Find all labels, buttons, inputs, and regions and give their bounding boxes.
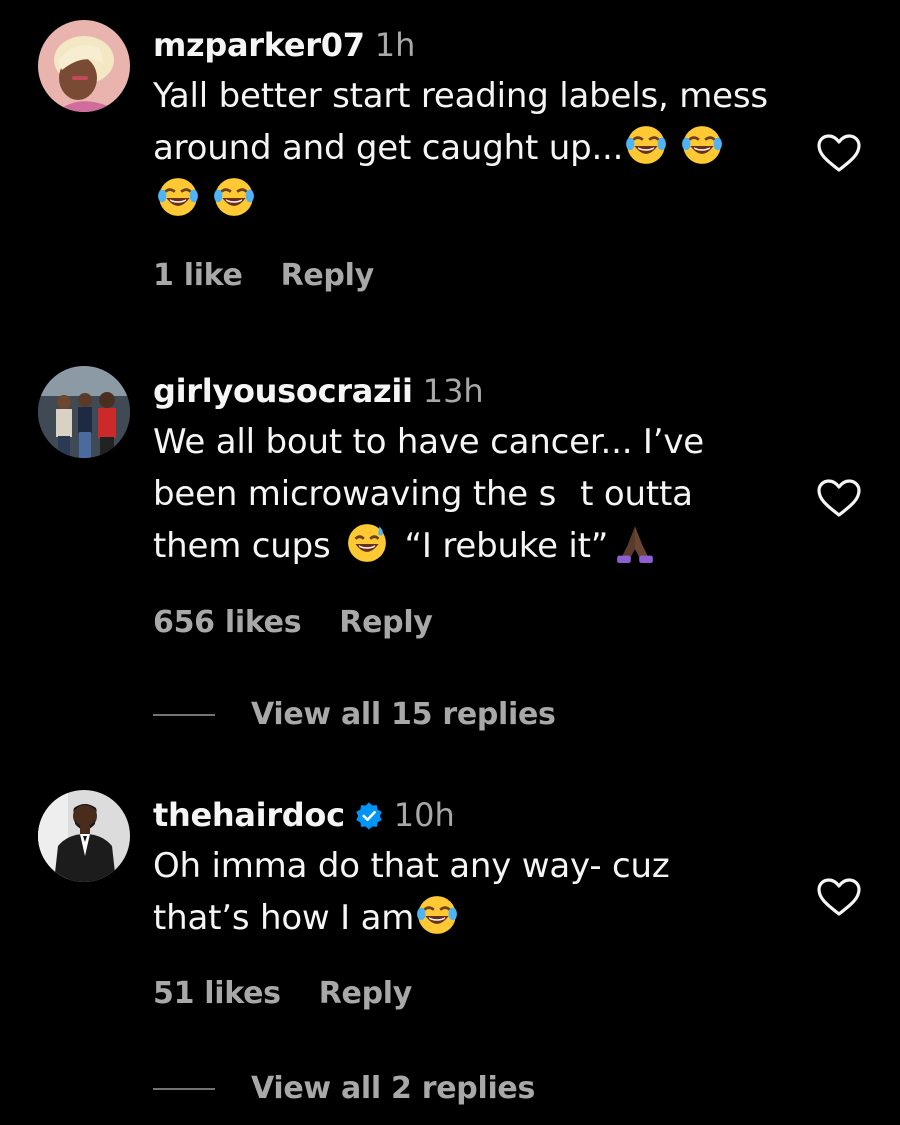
- reply-button[interactable]: Reply: [339, 605, 433, 640]
- comment-text-line: that’s how I am: [153, 898, 415, 938]
- heart-outline-icon[interactable]: [816, 877, 862, 917]
- comment-time: 1h: [374, 26, 416, 64]
- face-with-tears-of-joy-emoji: [681, 124, 723, 166]
- comment-text-line: We all bout to have cancer... I’ve: [153, 422, 704, 462]
- replies-divider: [153, 1087, 215, 1090]
- like-count[interactable]: 1 like: [153, 258, 243, 293]
- reply-button[interactable]: Reply: [319, 976, 413, 1011]
- grinning-face-with-sweat-emoji: [346, 522, 388, 564]
- view-replies-button[interactable]: View all 15 replies: [153, 697, 556, 732]
- comment-text: We all bout to have cancer... I’ve been …: [153, 416, 793, 572]
- comment-actions: 1 like Reply: [153, 258, 374, 293]
- view-replies-label: View all 2 replies: [251, 1071, 536, 1106]
- folded-hands-emoji: [614, 522, 656, 564]
- view-replies-button[interactable]: View all 2 replies: [153, 1071, 535, 1106]
- comment-text-line: Yall better start reading labels, mess: [153, 76, 768, 116]
- comment-text-line: t outta: [580, 474, 693, 514]
- comment-text-line: “I rebuke it”: [404, 526, 609, 566]
- comment-actions: 51 likes Reply: [153, 976, 412, 1011]
- comment-actions: 656 likes Reply: [153, 605, 433, 640]
- comment-text-line: been microwaving the s: [153, 474, 557, 514]
- comment-text: Oh imma do that any way- cuz that’s how …: [153, 840, 793, 944]
- face-with-tears-of-joy-emoji: [157, 176, 199, 218]
- comment-text-line: around and get caught up...: [153, 128, 624, 168]
- verified-badge-icon: [354, 801, 384, 831]
- avatar[interactable]: [38, 366, 130, 458]
- view-replies-label: View all 15 replies: [251, 697, 556, 732]
- comment-text: Yall better start reading labels, mess a…: [153, 70, 793, 226]
- replies-divider: [153, 713, 215, 716]
- heart-outline-icon[interactable]: [816, 133, 862, 173]
- comment-text-line: Oh imma do that any way- cuz: [153, 846, 670, 886]
- username[interactable]: thehairdoc: [153, 796, 345, 834]
- face-with-tears-of-joy-emoji: [416, 894, 458, 936]
- avatar[interactable]: [38, 790, 130, 882]
- reply-button[interactable]: Reply: [281, 258, 375, 293]
- username[interactable]: mzparker07: [153, 26, 365, 64]
- like-count[interactable]: 656 likes: [153, 605, 302, 640]
- avatar[interactable]: [38, 20, 130, 112]
- username[interactable]: girlyousocrazii: [153, 372, 413, 410]
- face-with-tears-of-joy-emoji: [625, 124, 667, 166]
- face-with-tears-of-joy-emoji: [213, 176, 255, 218]
- comment-time: 13h: [422, 372, 484, 410]
- comment-text-line: them cups: [153, 526, 331, 566]
- heart-outline-icon[interactable]: [816, 478, 862, 518]
- like-count[interactable]: 51 likes: [153, 976, 281, 1011]
- comment-time: 10h: [393, 796, 455, 834]
